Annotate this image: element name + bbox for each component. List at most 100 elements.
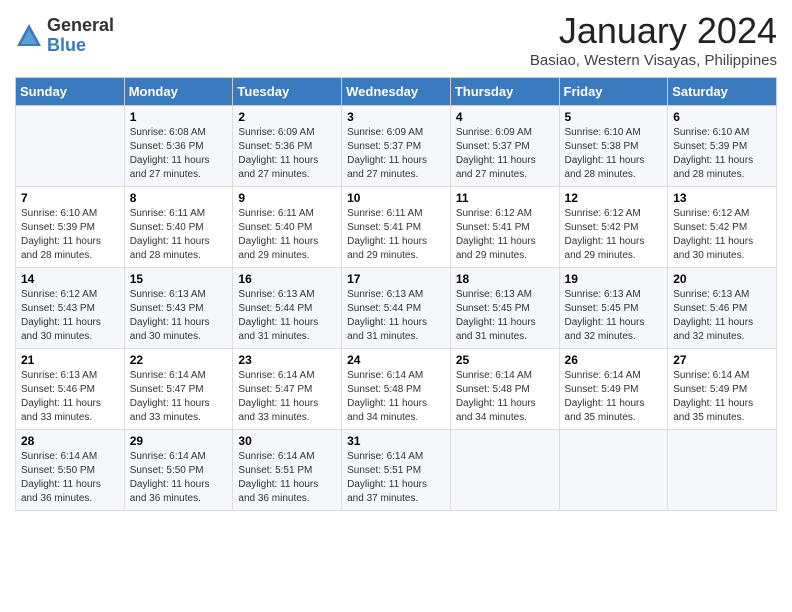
calendar-cell: 12 Sunrise: 6:12 AM Sunset: 5:42 PM Dayli… [559,187,668,268]
day-number: 20 [673,272,771,286]
day-number: 31 [347,434,445,448]
calendar-cell: 10Sunrise: 6:11 AM Sunset: 5:41 PM Dayli… [342,187,451,268]
calendar-cell: 25 Sunrise: 6:14 AM Sunset: 5:48 PM Dayli… [450,349,559,430]
calendar-cell: 26 Sunrise: 6:14 AM Sunset: 5:49 PM Dayli… [559,349,668,430]
header: General Blue January 2024 Basiao, Wester… [15,10,777,69]
calendar-cell: 30 Sunrise: 6:14 AM Sunset: 5:51 PM Dayli… [233,430,342,511]
day-number: 5 [565,110,663,124]
cell-info: Sunrise: 6:14 AM Sunset: 5:51 PM Dayligh… [347,450,445,506]
day-number: 17 [347,272,445,286]
calendar-week-row: 28 Sunrise: 6:14 AM Sunset: 5:50 PM Dayli… [16,430,777,511]
cell-info: Sunrise: 6:10 AM Sunset: 5:39 PM Dayligh… [673,126,771,182]
day-number: 3 [347,110,445,124]
day-number: 29 [130,434,228,448]
day-number: 13 [673,191,771,205]
calendar-cell: 23 Sunrise: 6:14 AM Sunset: 5:47 PM Dayli… [233,349,342,430]
day-number: 24 [347,353,445,367]
title-area: January 2024 Basiao, Western Visayas, Ph… [530,10,777,69]
day-number: 22 [130,353,228,367]
calendar-cell: 19 Sunrise: 6:13 AM Sunset: 5:45 PM Dayli… [559,268,668,349]
day-number: 14 [21,272,119,286]
calendar-cell: 2 Sunrise: 6:09 AM Sunset: 5:36 PM Daylig… [233,106,342,187]
calendar-cell: 22 Sunrise: 6:14 AM Sunset: 5:47 PM Dayli… [124,349,233,430]
calendar-cell: 9Sunrise: 6:11 AM Sunset: 5:40 PM Daylig… [233,187,342,268]
calendar-cell [16,106,125,187]
logo-blue-text: Blue [47,36,114,56]
calendar-cell: 11 Sunrise: 6:12 AM Sunset: 5:41 PM Dayli… [450,187,559,268]
cell-info: Sunrise: 6:10 AM Sunset: 5:39 PM Dayligh… [21,207,119,263]
cell-info: Sunrise: 6:12 AM Sunset: 5:42 PM Dayligh… [565,207,663,263]
calendar-cell: 15Sunrise: 6:13 AM Sunset: 5:43 PM Dayli… [124,268,233,349]
cell-info: Sunrise: 6:14 AM Sunset: 5:49 PM Dayligh… [673,369,771,425]
cell-info: Sunrise: 6:12 AM Sunset: 5:41 PM Dayligh… [456,207,554,263]
cell-info: Sunrise: 6:11 AM Sunset: 5:41 PM Dayligh… [347,207,445,263]
calendar-cell: 17Sunrise: 6:13 AM Sunset: 5:44 PM Dayli… [342,268,451,349]
day-number: 25 [456,353,554,367]
header-cell-sunday: Sunday [16,78,125,106]
calendar-cell [668,430,777,511]
calendar-week-row: 14 Sunrise: 6:12 AM Sunset: 5:43 PM Dayli… [16,268,777,349]
calendar-cell [450,430,559,511]
calendar-header-row: SundayMondayTuesdayWednesdayThursdayFrid… [16,78,777,106]
cell-info: Sunrise: 6:13 AM Sunset: 5:46 PM Dayligh… [21,369,119,425]
cell-info: Sunrise: 6:12 AM Sunset: 5:43 PM Dayligh… [21,288,119,344]
cell-info: Sunrise: 6:12 AM Sunset: 5:42 PM Dayligh… [673,207,771,263]
logo-general-text: General [47,16,114,36]
day-number: 1 [130,110,228,124]
calendar-cell: 5 Sunrise: 6:10 AM Sunset: 5:38 PM Daylig… [559,106,668,187]
day-number: 19 [565,272,663,286]
cell-info: Sunrise: 6:09 AM Sunset: 5:37 PM Dayligh… [456,126,554,182]
calendar-cell: 31 Sunrise: 6:14 AM Sunset: 5:51 PM Dayli… [342,430,451,511]
calendar-cell: 24Sunrise: 6:14 AM Sunset: 5:48 PM Dayli… [342,349,451,430]
cell-info: Sunrise: 6:13 AM Sunset: 5:43 PM Dayligh… [130,288,228,344]
header-cell-tuesday: Tuesday [233,78,342,106]
calendar-cell: 7 Sunrise: 6:10 AM Sunset: 5:39 PM Daylig… [16,187,125,268]
month-title: January 2024 [530,10,777,52]
cell-info: Sunrise: 6:13 AM Sunset: 5:46 PM Dayligh… [673,288,771,344]
day-number: 8 [130,191,228,205]
header-cell-thursday: Thursday [450,78,559,106]
day-number: 7 [21,191,119,205]
calendar-table: SundayMondayTuesdayWednesdayThursdayFrid… [15,77,777,511]
cell-info: Sunrise: 6:13 AM Sunset: 5:45 PM Dayligh… [456,288,554,344]
calendar-week-row: 1 Sunrise: 6:08 AM Sunset: 5:36 PM Daylig… [16,106,777,187]
day-number: 11 [456,191,554,205]
day-number: 26 [565,353,663,367]
calendar-cell: 3 Sunrise: 6:09 AM Sunset: 5:37 PM Daylig… [342,106,451,187]
calendar-cell: 13 Sunrise: 6:12 AM Sunset: 5:42 PM Dayli… [668,187,777,268]
calendar-cell: 21 Sunrise: 6:13 AM Sunset: 5:46 PM Dayli… [16,349,125,430]
cell-info: Sunrise: 6:13 AM Sunset: 5:45 PM Dayligh… [565,288,663,344]
calendar-cell: 14 Sunrise: 6:12 AM Sunset: 5:43 PM Dayli… [16,268,125,349]
cell-info: Sunrise: 6:14 AM Sunset: 5:51 PM Dayligh… [238,450,336,506]
header-cell-saturday: Saturday [668,78,777,106]
day-number: 30 [238,434,336,448]
cell-info: Sunrise: 6:11 AM Sunset: 5:40 PM Dayligh… [130,207,228,263]
cell-info: Sunrise: 6:09 AM Sunset: 5:36 PM Dayligh… [238,126,336,182]
calendar-cell: 4Sunrise: 6:09 AM Sunset: 5:37 PM Daylig… [450,106,559,187]
cell-info: Sunrise: 6:14 AM Sunset: 5:48 PM Dayligh… [456,369,554,425]
day-number: 12 [565,191,663,205]
calendar-cell: 18Sunrise: 6:13 AM Sunset: 5:45 PM Dayli… [450,268,559,349]
cell-info: Sunrise: 6:14 AM Sunset: 5:50 PM Dayligh… [130,450,228,506]
cell-info: Sunrise: 6:14 AM Sunset: 5:47 PM Dayligh… [238,369,336,425]
calendar-cell: 16Sunrise: 6:13 AM Sunset: 5:44 PM Dayli… [233,268,342,349]
calendar-cell: 28Sunrise: 6:14 AM Sunset: 5:50 PM Dayli… [16,430,125,511]
cell-info: Sunrise: 6:14 AM Sunset: 5:49 PM Dayligh… [565,369,663,425]
calendar-cell: 20 Sunrise: 6:13 AM Sunset: 5:46 PM Dayli… [668,268,777,349]
cell-info: Sunrise: 6:14 AM Sunset: 5:47 PM Dayligh… [130,369,228,425]
day-number: 27 [673,353,771,367]
calendar-cell: 8 Sunrise: 6:11 AM Sunset: 5:40 PM Daylig… [124,187,233,268]
day-number: 21 [21,353,119,367]
calendar-week-row: 21 Sunrise: 6:13 AM Sunset: 5:46 PM Dayli… [16,349,777,430]
day-number: 23 [238,353,336,367]
calendar-week-row: 7 Sunrise: 6:10 AM Sunset: 5:39 PM Daylig… [16,187,777,268]
day-number: 2 [238,110,336,124]
cell-info: Sunrise: 6:10 AM Sunset: 5:38 PM Dayligh… [565,126,663,182]
day-number: 6 [673,110,771,124]
cell-info: Sunrise: 6:09 AM Sunset: 5:37 PM Dayligh… [347,126,445,182]
logo-icon [15,22,43,50]
day-number: 28 [21,434,119,448]
location-subtitle: Basiao, Western Visayas, Philippines [530,52,777,69]
cell-info: Sunrise: 6:08 AM Sunset: 5:36 PM Dayligh… [130,126,228,182]
day-number: 9 [238,191,336,205]
